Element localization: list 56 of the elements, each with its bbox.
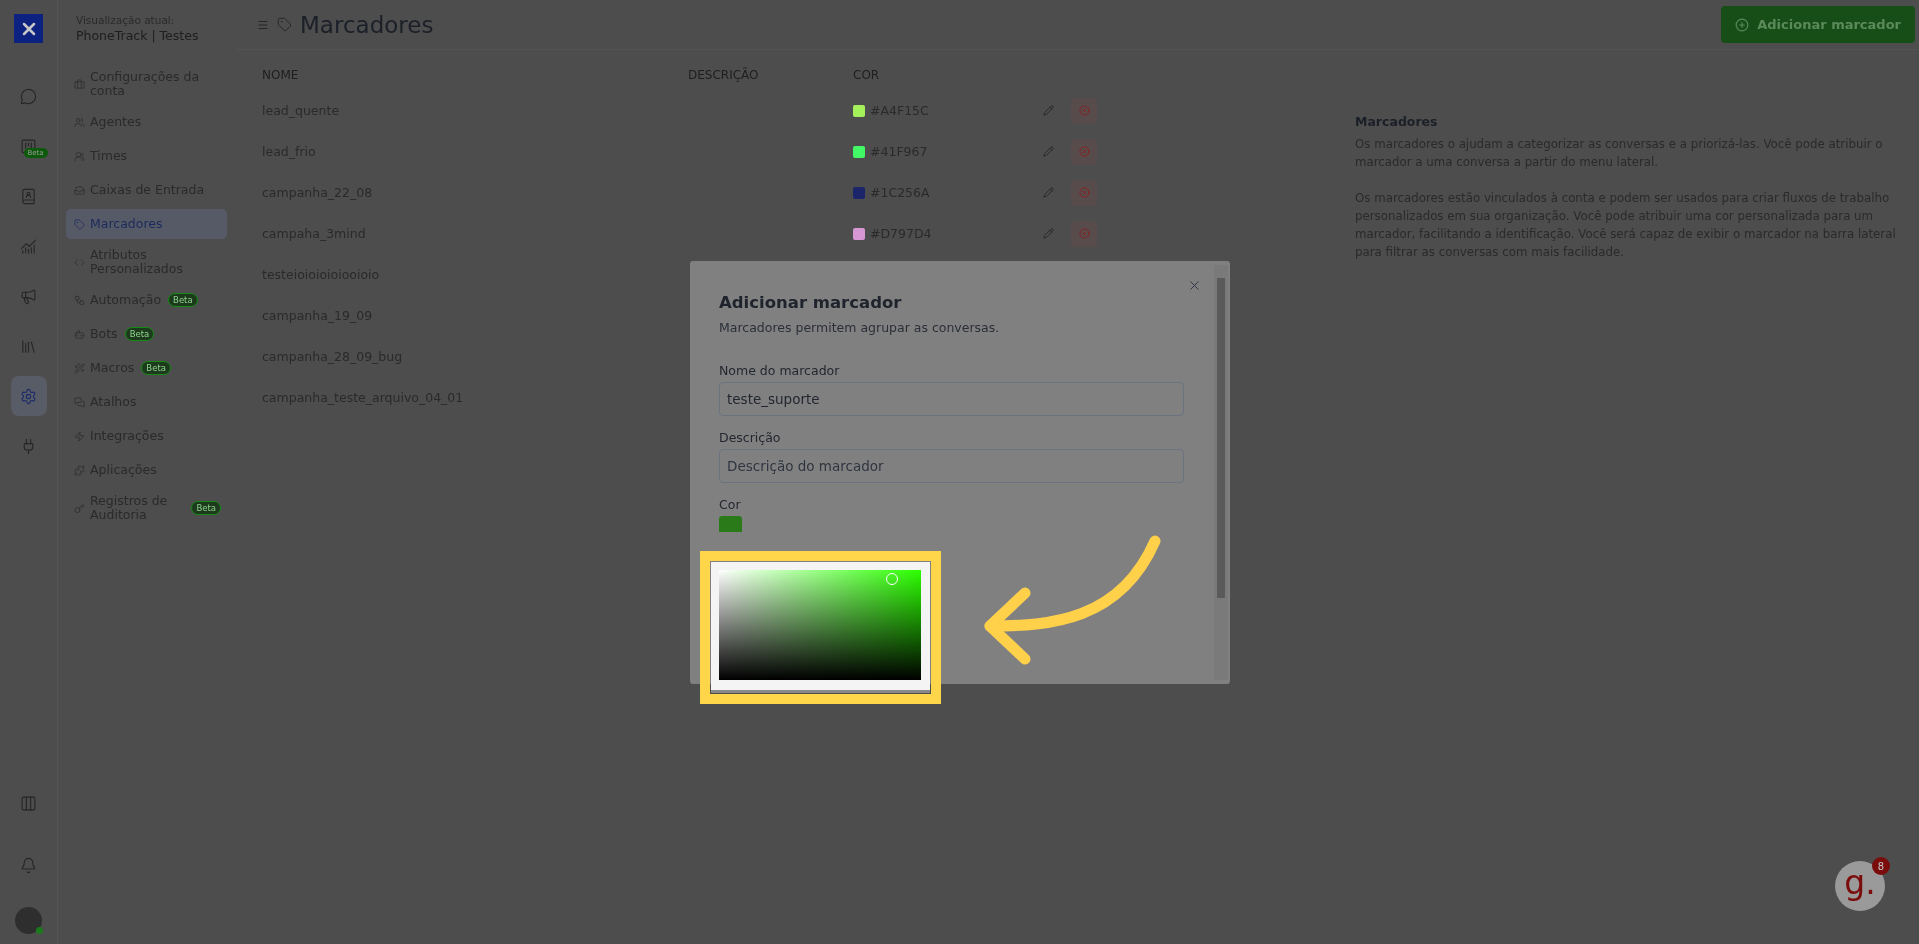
beta-badge: Beta bbox=[141, 361, 171, 375]
wand-icon bbox=[74, 362, 85, 374]
dialog-subtitle: Marcadores permitem agrupar as conversas. bbox=[719, 320, 1001, 335]
workflow-icon bbox=[74, 294, 85, 306]
pencil-icon bbox=[1042, 187, 1054, 198]
pencil-icon bbox=[1042, 228, 1054, 239]
chat-bubbles-icon bbox=[74, 396, 85, 408]
tag-icon bbox=[74, 218, 85, 230]
delete-button[interactable] bbox=[1071, 179, 1097, 206]
plus-circle-icon bbox=[1735, 17, 1750, 32]
beta-badge: Beta bbox=[168, 293, 198, 307]
field-label: Nome do marcador bbox=[719, 363, 841, 378]
text-field[interactable]: Descrição do marcador bbox=[719, 449, 1184, 483]
close-circle-icon bbox=[1078, 105, 1090, 116]
tag-icon bbox=[277, 17, 292, 32]
dialog-title: Adicionar marcador bbox=[719, 293, 903, 312]
notification-badge: 8 bbox=[1872, 857, 1890, 875]
pencil-icon bbox=[1042, 105, 1054, 116]
menu-icon[interactable] bbox=[257, 18, 269, 31]
users-icon bbox=[74, 116, 85, 128]
key-icon bbox=[74, 502, 85, 514]
add-label-button[interactable]: Adicionar marcador bbox=[1721, 6, 1915, 43]
color-swatch[interactable] bbox=[719, 516, 742, 532]
text-field[interactable]: teste_suporte bbox=[719, 382, 1184, 416]
field-label: Cor bbox=[719, 497, 742, 512]
megaphone-icon bbox=[20, 287, 37, 305]
field-label: Descrição bbox=[719, 430, 782, 445]
inbox-icon bbox=[74, 184, 85, 196]
close-button[interactable] bbox=[1187, 278, 1202, 293]
close-circle-icon bbox=[1078, 228, 1090, 239]
pencil-icon bbox=[1042, 146, 1054, 157]
delete-button[interactable] bbox=[1071, 97, 1097, 124]
settings-nav-item[interactable]: Marcadores bbox=[66, 209, 227, 239]
beta-badge: Beta bbox=[191, 501, 221, 515]
close-circle-icon bbox=[1078, 146, 1090, 157]
contact-book-icon bbox=[20, 187, 37, 205]
avatar[interactable] bbox=[15, 907, 42, 934]
close-icon bbox=[1187, 278, 1202, 293]
group-icon bbox=[74, 150, 85, 162]
library-icon bbox=[20, 337, 37, 355]
bell-icon bbox=[20, 856, 37, 874]
beta-badge: Beta bbox=[124, 327, 155, 341]
chat-bubble-icon bbox=[20, 87, 37, 105]
bolt-icon bbox=[74, 430, 85, 442]
saturation-area[interactable] bbox=[719, 570, 921, 680]
delete-button[interactable] bbox=[1071, 220, 1097, 247]
rail-button[interactable] bbox=[10, 376, 47, 416]
panels-icon bbox=[20, 794, 37, 812]
briefcase-icon bbox=[74, 78, 85, 90]
chart-icon bbox=[20, 237, 37, 255]
bot-icon bbox=[74, 328, 85, 340]
app-logo bbox=[14, 14, 43, 43]
scrollbar[interactable] bbox=[1214, 265, 1228, 680]
settings-icon bbox=[20, 387, 37, 405]
close-circle-icon bbox=[1078, 187, 1090, 198]
delete-button[interactable] bbox=[1071, 138, 1097, 165]
